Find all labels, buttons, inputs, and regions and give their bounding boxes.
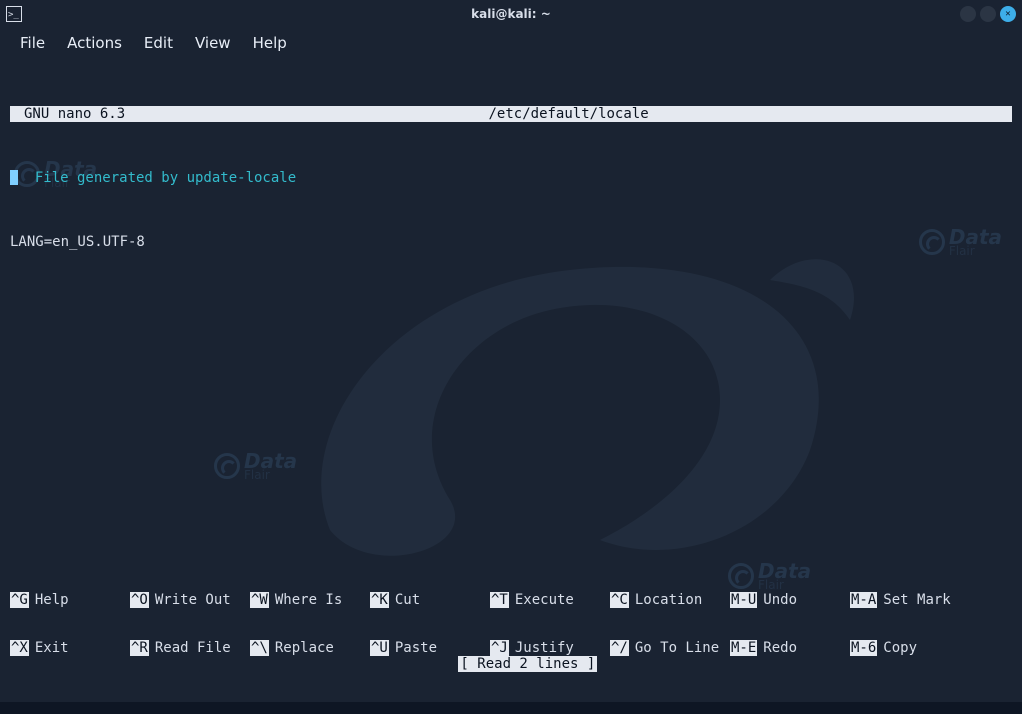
window-title: kali@kali: ~ [0,7,1022,21]
menu-edit[interactable]: Edit [134,30,183,56]
nano-content-text: LANG=en_US.UTF-8 [10,234,145,250]
nano-file-path: /etc/default/locale [489,106,649,122]
sc-execute: ^TExecute [490,592,610,608]
nano-shortcuts: ^GHelp ^OWrite Out ^WWhere Is ^KCut ^TEx… [10,560,1012,688]
menu-help[interactable]: Help [243,30,297,56]
nano-comment-text: File generated by update-locale [18,170,296,186]
window-titlebar: >_ kali@kali: ~ [0,0,1022,28]
sc-undo: M-UUndo [730,592,850,608]
nano-line-1[interactable]: File generated by update-locale [10,170,1012,186]
menubar: File Actions Edit View Help [0,28,1022,58]
sc-redo: M-ERedo [730,640,850,656]
menu-view[interactable]: View [185,30,241,56]
minimize-button[interactable] [960,6,976,22]
sc-copy: M-6Copy [850,640,970,656]
terminal-icon: >_ [6,6,22,22]
nano-app-label: GNU nano 6.3 [10,106,125,122]
text-cursor [10,170,18,185]
maximize-button[interactable] [980,6,996,22]
shortcut-row-1: ^GHelp ^OWrite Out ^WWhere Is ^KCut ^TEx… [10,592,1012,608]
sc-replace: ^\Replace [250,640,370,656]
sc-whereis: ^WWhere Is [250,592,370,608]
sc-readfile: ^RRead File [130,640,250,656]
close-button[interactable] [1000,6,1016,22]
sc-cut: ^KCut [370,592,490,608]
sc-gotoline: ^/Go To Line [610,640,730,656]
terminal-area[interactable]: GNU nano 6.3 /etc/default/locale File ge… [0,58,1022,702]
prompt-glyph: >_ [8,11,19,20]
sc-help: ^GHelp [10,592,130,608]
sc-justify: ^JJustify [490,640,610,656]
sc-setmark: M-ASet Mark [850,592,970,608]
menu-file[interactable]: File [10,30,55,56]
menu-actions[interactable]: Actions [57,30,132,56]
sc-location: ^CLocation [610,592,730,608]
sc-exit: ^XExit [10,640,130,656]
nano-line-2[interactable]: LANG=en_US.UTF-8 [10,234,1012,250]
window-bottom-border [0,702,1022,714]
shortcut-row-2: ^XExit ^RRead File ^\Replace ^UPaste ^JJ… [10,640,1012,656]
sc-writeout: ^OWrite Out [130,592,250,608]
sc-paste: ^UPaste [370,640,490,656]
nano-header: GNU nano 6.3 /etc/default/locale [10,106,1012,122]
